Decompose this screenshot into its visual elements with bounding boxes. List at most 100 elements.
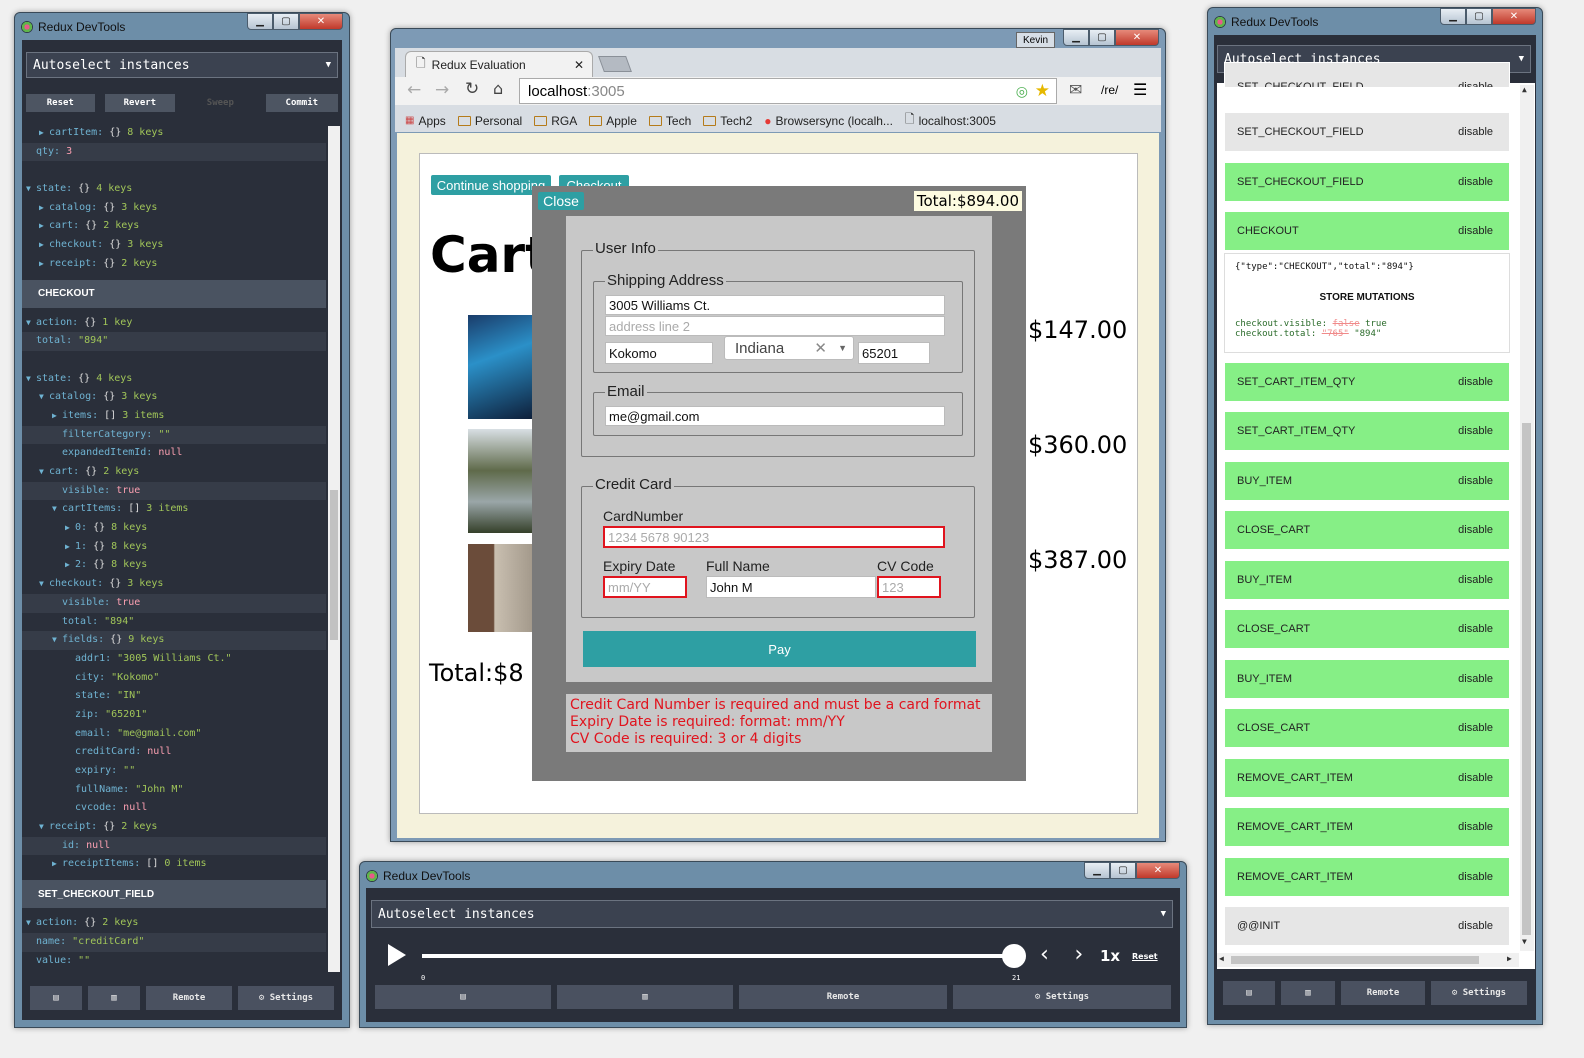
- close-tab-icon[interactable]: ✕: [574, 58, 584, 72]
- extension-icon[interactable]: ◎: [1016, 83, 1028, 100]
- slider-toggle-button[interactable]: ▥: [557, 985, 733, 1009]
- mail-icon[interactable]: ✉: [1069, 80, 1082, 99]
- tree-node[interactable]: ▶ catalog: {} 3 keys: [22, 199, 326, 218]
- expiry-input[interactable]: mm/YY: [603, 576, 687, 598]
- pay-button[interactable]: Pay: [583, 631, 976, 667]
- tree-node[interactable]: ▶ items: [] 3 items: [22, 407, 326, 426]
- tab-redux-evaluation[interactable]: 🗋 Redux Evaluation ✕: [405, 51, 593, 77]
- new-tab-button[interactable]: [598, 56, 632, 72]
- reset-button[interactable]: Reset: [26, 94, 95, 112]
- collapsed-arrow-icon[interactable]: ▶: [39, 255, 49, 274]
- maximize-button[interactable]: ▢: [1110, 862, 1136, 879]
- maximize-button[interactable]: ▢: [1089, 29, 1115, 46]
- timeline-slider-thumb[interactable]: [1002, 944, 1026, 968]
- city-input[interactable]: Kokomo: [605, 342, 713, 364]
- card-number-input[interactable]: 1234 5678 90123: [603, 526, 945, 548]
- tree-node[interactable]: ▶ checkout: {} 3 keys: [22, 236, 326, 255]
- remote-button[interactable]: Remote: [739, 985, 947, 1009]
- next-action-icon[interactable]: ›: [1072, 942, 1085, 967]
- tree-node[interactable]: ▶ 2: {} 8 keys: [22, 556, 326, 575]
- tree-node[interactable]: ▼ cartItems: [] 3 items: [22, 500, 326, 519]
- state-select[interactable]: Indiana ✕ ▼: [724, 336, 854, 360]
- action-item[interactable]: REMOVE_CART_ITEM disable: [1224, 807, 1510, 847]
- close-window-button[interactable]: ✕: [1115, 29, 1159, 46]
- tree-node[interactable]: ▼ receipt: {} 2 keys: [22, 818, 326, 837]
- commit-button[interactable]: Commit: [265, 94, 338, 112]
- tree-node[interactable]: ▼ state: {} 4 keys: [22, 370, 326, 389]
- dispatcher-toggle-button[interactable]: ▤: [1223, 981, 1275, 1005]
- address-line-2-input[interactable]: address line 2: [605, 316, 945, 336]
- slider-toggle-button[interactable]: ▥: [1281, 981, 1335, 1005]
- action-item[interactable]: @@INIT disable: [1224, 906, 1510, 946]
- slider-toggle-button[interactable]: ▥: [88, 986, 140, 1010]
- action-item-cut[interactable]: SET_CHECKOUT_FIELD disable: [1224, 62, 1510, 88]
- action-item[interactable]: CLOSE_CART disable: [1224, 708, 1510, 748]
- action-item[interactable]: SET_CART_ITEM_QTY disable: [1224, 361, 1510, 402]
- disable-button[interactable]: disable: [1458, 126, 1493, 138]
- expanded-arrow-icon[interactable]: ▼: [39, 388, 49, 407]
- tree-node[interactable]: ▼ catalog: {} 3 keys: [22, 388, 326, 407]
- close-window-button[interactable]: ✕: [1492, 8, 1536, 25]
- collapsed-arrow-icon[interactable]: ▶: [52, 855, 62, 874]
- maximize-button[interactable]: ▢: [1466, 8, 1492, 25]
- bookmark-apple[interactable]: Apple: [589, 110, 637, 131]
- bookmark-rga[interactable]: RGA: [534, 110, 577, 131]
- tree-node[interactable]: ▼ cart: {} 2 keys: [22, 463, 326, 482]
- tree-node[interactable]: ▼ state: {} 4 keys: [22, 180, 326, 199]
- disable-button[interactable]: disable: [1458, 772, 1493, 784]
- action-item[interactable]: BUY_ITEM disable: [1224, 460, 1510, 501]
- expanded-arrow-icon[interactable]: ▼: [26, 180, 36, 199]
- scroll-right-icon[interactable]: ▶: [1507, 954, 1512, 963]
- expanded-arrow-icon[interactable]: ▼: [52, 631, 62, 650]
- action-item[interactable]: BUY_ITEM disable: [1224, 658, 1510, 699]
- action-item[interactable]: CHECKOUT disable: [1224, 211, 1510, 251]
- sweep-button[interactable]: Sweep: [185, 94, 256, 112]
- collapsed-arrow-icon[interactable]: ▶: [65, 519, 75, 538]
- tree-node[interactable]: ▼ checkout: {} 3 keys: [22, 575, 326, 594]
- reset-link[interactable]: Reset: [1132, 952, 1158, 961]
- clear-icon[interactable]: ✕: [814, 339, 827, 357]
- settings-button[interactable]: ⚙ Settings: [1431, 981, 1527, 1005]
- minimize-button[interactable]: ▁: [247, 13, 273, 30]
- tree-node[interactable]: ▼ fields: {} 9 keys: [22, 631, 326, 650]
- full-name-input[interactable]: John M: [706, 576, 876, 598]
- tree-node[interactable]: ▶ 0: {} 8 keys: [22, 519, 326, 538]
- scrollbar-thumb[interactable]: [1231, 956, 1479, 964]
- collapsed-arrow-icon[interactable]: ▶: [65, 538, 75, 557]
- tree-node[interactable]: ▼ action: {} 2 keys: [22, 914, 326, 933]
- tree-node[interactable]: ▶ receipt: {} 2 keys: [22, 255, 326, 274]
- scrollbar[interactable]: [328, 126, 340, 972]
- playback-speed[interactable]: 1x: [1100, 947, 1120, 965]
- minimize-button[interactable]: ▁: [1063, 29, 1089, 46]
- remote-button[interactable]: Remote: [146, 986, 232, 1010]
- disable-button[interactable]: disable: [1458, 722, 1493, 734]
- action-item[interactable]: REMOVE_CART_ITEM disable: [1224, 856, 1510, 897]
- scroll-up-icon[interactable]: ▲: [1522, 85, 1527, 94]
- tree-node[interactable]: ▶ 1: {} 8 keys: [22, 538, 326, 557]
- tree-node[interactable]: ▼ action: {} 1 key: [22, 314, 326, 333]
- disable-button[interactable]: disable: [1458, 673, 1493, 685]
- bookmark-tech2[interactable]: Tech2: [703, 110, 752, 131]
- play-button[interactable]: [388, 944, 406, 966]
- bookmark-star-icon[interactable]: ★: [1035, 81, 1050, 101]
- disable-button[interactable]: disable: [1458, 920, 1493, 932]
- bookmark-apps[interactable]: ▦ Apps: [405, 110, 446, 131]
- forward-icon[interactable]: →: [435, 80, 449, 100]
- disable-button[interactable]: disable: [1458, 376, 1493, 388]
- maximize-button[interactable]: ▢: [273, 13, 299, 30]
- action-item[interactable]: CLOSE_CART disable: [1224, 609, 1510, 649]
- collapsed-arrow-icon[interactable]: ▶: [39, 199, 49, 218]
- previous-action-icon[interactable]: ‹: [1038, 942, 1051, 967]
- action-header-checkout[interactable]: CHECKOUT: [22, 279, 326, 308]
- horizontal-scrollbar[interactable]: ◀ ▶: [1217, 953, 1519, 967]
- dispatcher-toggle-button[interactable]: ▤: [30, 986, 82, 1010]
- expanded-arrow-icon[interactable]: ▼: [39, 818, 49, 837]
- expanded-arrow-icon[interactable]: ▼: [26, 914, 36, 933]
- collapsed-arrow-icon[interactable]: ▶: [39, 217, 49, 236]
- action-item[interactable]: CLOSE_CART disable: [1224, 510, 1510, 550]
- action-header-set-checkout-field[interactable]: SET_CHECKOUT_FIELD: [22, 880, 326, 909]
- disable-button[interactable]: disable: [1458, 524, 1493, 536]
- minimize-button[interactable]: ▁: [1084, 862, 1110, 879]
- action-item[interactable]: SET_CHECKOUT_FIELD disable: [1224, 161, 1510, 202]
- expanded-arrow-icon[interactable]: ▼: [39, 463, 49, 482]
